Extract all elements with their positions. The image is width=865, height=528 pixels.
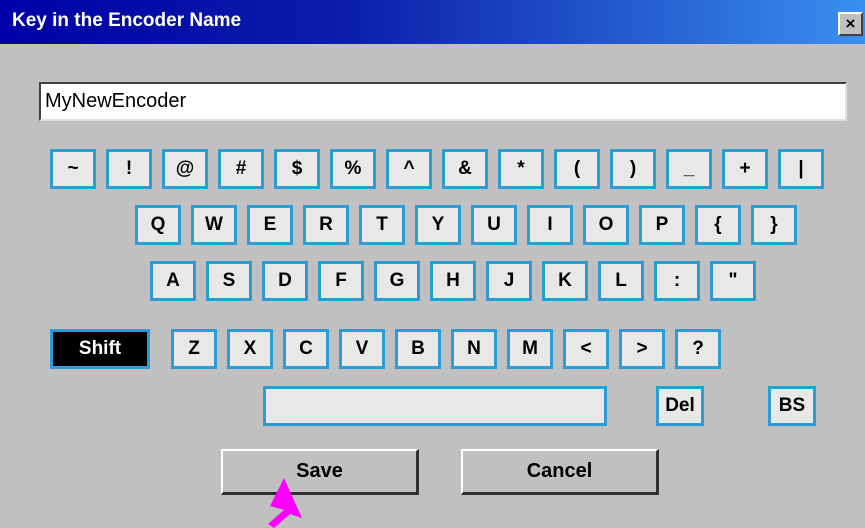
key-row2-3[interactable]: R (303, 205, 349, 245)
key-row4-7[interactable]: < (563, 329, 609, 369)
key-row4-4[interactable]: B (395, 329, 441, 369)
key-row3-5[interactable]: H (430, 261, 476, 301)
key-row3-10[interactable]: " (710, 261, 756, 301)
key-row4-5[interactable]: N (451, 329, 497, 369)
key-row1-2[interactable]: @ (162, 149, 208, 189)
key-row4-9[interactable]: ? (675, 329, 721, 369)
key-row4-6[interactable]: M (507, 329, 553, 369)
key-row1-9[interactable]: ( (554, 149, 600, 189)
key-row1-0[interactable]: ~ (50, 149, 96, 189)
key-row3-2[interactable]: D (262, 261, 308, 301)
save-button[interactable]: Save (221, 449, 419, 495)
dialog-title: Key in the Encoder Name (12, 10, 242, 31)
key-row2-1[interactable]: W (191, 205, 237, 245)
key-row1-13[interactable]: | (778, 149, 824, 189)
key-row2-11[interactable]: } (751, 205, 797, 245)
mouse-cursor-icon (268, 478, 302, 528)
key-row3-8[interactable]: L (598, 261, 644, 301)
key-row2-7[interactable]: I (527, 205, 573, 245)
key-row2-5[interactable]: Y (415, 205, 461, 245)
key-row1-8[interactable]: * (498, 149, 544, 189)
key-row3-0[interactable]: A (150, 261, 196, 301)
backspace-key[interactable]: BS (768, 386, 816, 426)
key-row1-5[interactable]: % (330, 149, 376, 189)
key-row4-1[interactable]: X (227, 329, 273, 369)
key-row3-9[interactable]: : (654, 261, 700, 301)
space-key[interactable] (263, 386, 607, 426)
encoder-name-input[interactable]: MyNewEncoder (39, 82, 847, 121)
key-row1-7[interactable]: & (442, 149, 488, 189)
key-row2-4[interactable]: T (359, 205, 405, 245)
delete-key[interactable]: Del (656, 386, 704, 426)
key-row4-8[interactable]: > (619, 329, 665, 369)
key-row1-3[interactable]: # (218, 149, 264, 189)
key-row3-3[interactable]: F (318, 261, 364, 301)
key-row1-4[interactable]: $ (274, 149, 320, 189)
key-row1-1[interactable]: ! (106, 149, 152, 189)
key-row2-8[interactable]: O (583, 205, 629, 245)
key-row3-4[interactable]: G (374, 261, 420, 301)
title-bar[interactable]: Key in the Encoder Name × (0, 0, 865, 44)
key-row4-0[interactable]: Z (171, 329, 217, 369)
cancel-button[interactable]: Cancel (461, 449, 659, 495)
key-row1-11[interactable]: _ (666, 149, 712, 189)
key-row2-10[interactable]: { (695, 205, 741, 245)
close-button[interactable]: × (838, 12, 863, 36)
close-icon: × (845, 14, 856, 33)
key-row2-0[interactable]: Q (135, 205, 181, 245)
key-row1-6[interactable]: ^ (386, 149, 432, 189)
key-row3-7[interactable]: K (542, 261, 588, 301)
key-row4-3[interactable]: V (339, 329, 385, 369)
shift-key[interactable]: Shift (50, 329, 150, 369)
key-row3-1[interactable]: S (206, 261, 252, 301)
key-row4-2[interactable]: C (283, 329, 329, 369)
key-row2-6[interactable]: U (471, 205, 517, 245)
encoder-name-dialog: Key in the Encoder Name × MyNewEncoder ~… (0, 0, 865, 528)
key-row1-10[interactable]: ) (610, 149, 656, 189)
key-row2-2[interactable]: E (247, 205, 293, 245)
key-row1-12[interactable]: + (722, 149, 768, 189)
key-row2-9[interactable]: P (639, 205, 685, 245)
key-row3-6[interactable]: J (486, 261, 532, 301)
